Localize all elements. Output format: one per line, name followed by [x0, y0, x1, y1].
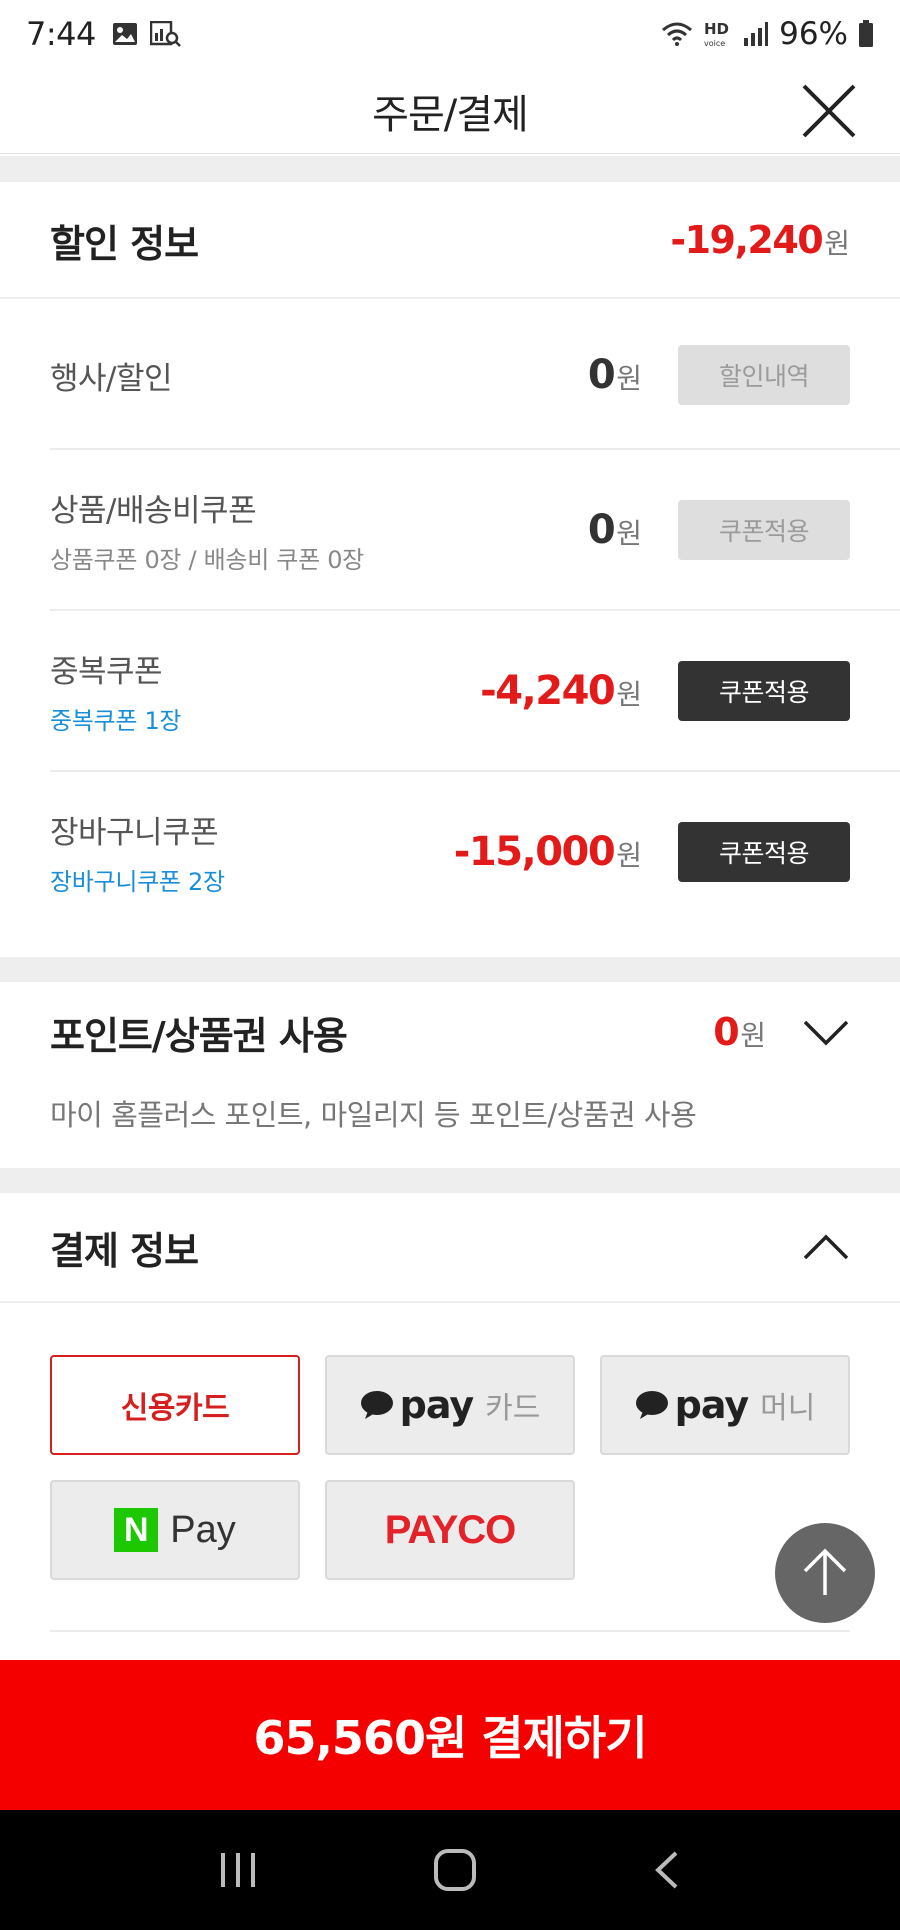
row-sub[interactable]: 장바구니쿠폰 2장 [50, 862, 225, 897]
pay-button[interactable]: 65,560원 결제하기 [0, 1660, 900, 1810]
row-amount-unit: 원 [616, 362, 642, 395]
section-gap [0, 957, 900, 982]
row-amount-unit: 원 [616, 517, 642, 550]
discount-header: 할인 정보 -19,240 원 [0, 182, 900, 298]
speech-bubble-icon [635, 1391, 668, 1419]
divider [0, 1301, 900, 1303]
row-amount-unit: 원 [616, 678, 642, 711]
scroll-to-top-button[interactable] [775, 1523, 875, 1623]
row-amount-value: -15,000 [453, 829, 616, 875]
section-gap [0, 1168, 900, 1193]
chevron-up-icon[interactable] [802, 1232, 850, 1262]
status-bar: 7:44 HD voice 96% [0, 0, 900, 68]
payment-title: 결제 정보 [50, 1228, 199, 1273]
kakaopay-label: pay [674, 1383, 749, 1427]
row-label: 상품/배송비쿠폰 [50, 493, 257, 529]
kakaopay-money-sub: 머니 [760, 1391, 816, 1426]
status-time: 7:44 [26, 15, 96, 53]
npay-button[interactable]: N Pay [50, 1480, 300, 1580]
kakaopay-label: pay [399, 1383, 474, 1427]
home-icon[interactable] [433, 1848, 477, 1892]
system-nav-bar [0, 1810, 900, 1930]
row-label: 행사/할인 [50, 360, 173, 397]
battery-icon [859, 20, 873, 47]
product-coupon-apply-button[interactable]: 쿠폰적용 [678, 500, 850, 560]
app-header: 주문/결제 [0, 68, 900, 154]
row-sub: 상품쿠폰 0장 / 배송비 쿠폰 0장 [50, 546, 364, 574]
cart-coupon-apply-button[interactable]: 쿠폰적용 [678, 822, 850, 882]
discount-history-button[interactable]: 할인내역 [678, 345, 850, 405]
chevron-down-icon[interactable] [802, 1017, 850, 1047]
wifi-icon [662, 22, 693, 46]
credit-card-label: 신용카드 [120, 1391, 230, 1426]
divider [50, 1630, 850, 1632]
row-sub[interactable]: 중복쿠폰 1장 [50, 701, 182, 736]
row-amount-value: 0 [587, 507, 616, 553]
discount-row-cart-coupon: 장바구니쿠폰 장바구니쿠폰 2장 -15,000 원 쿠폰적용 [50, 772, 850, 932]
points-amount-value: 0 [713, 1010, 739, 1054]
row-amount-unit: 원 [616, 839, 642, 872]
chart-search-icon [149, 21, 181, 47]
svg-text:voice: voice [704, 39, 725, 48]
payco-button[interactable]: PAYCO [325, 1480, 575, 1580]
discount-row-product-shipping-coupon: 상품/배송비쿠폰 상품쿠폰 0장 / 배송비 쿠폰 0장 0 원 쿠폰적용 [50, 450, 850, 610]
close-icon[interactable] [798, 80, 860, 142]
hd-voice-icon: HD voice [704, 20, 729, 48]
points-amount-unit: 원 [740, 1019, 766, 1052]
duplicate-coupon-apply-button[interactable]: 쿠폰적용 [678, 661, 850, 721]
npay-logo: N [114, 1508, 159, 1552]
payment-header[interactable]: 결제 정보 [0, 1193, 900, 1301]
points-amount: 0 원 [713, 1010, 766, 1054]
credit-card-button[interactable]: 신용카드 [50, 1355, 300, 1455]
kakaopay-money-button[interactable]: pay 머니 [600, 1355, 850, 1455]
kakaopay-card-button[interactable]: pay 카드 [325, 1355, 575, 1455]
image-icon [112, 23, 137, 45]
speech-bubble-icon [360, 1391, 393, 1419]
row-amount: -4,240 원 [480, 668, 642, 714]
npay-label: Pay [170, 1508, 236, 1551]
discount-total-value: -19,240 [670, 218, 823, 262]
discount-row-event: 행사/할인 0 원 할인내역 [50, 300, 850, 450]
discount-title: 할인 정보 [50, 221, 199, 266]
row-label: 장바구니쿠폰 [50, 815, 219, 851]
row-label: 중복쿠폰 [50, 654, 163, 690]
points-title: 포인트/상품권 사용 [50, 1013, 348, 1058]
discount-total: -19,240 원 [670, 218, 850, 262]
discount-row-duplicate-coupon: 중복쿠폰 중복쿠폰 1장 -4,240 원 쿠폰적용 [50, 611, 850, 771]
back-icon[interactable] [652, 1850, 682, 1890]
arrow-up-icon [803, 1548, 847, 1595]
divider [0, 297, 900, 299]
section-gap [0, 156, 900, 182]
kakaopay-card-sub: 카드 [485, 1391, 541, 1426]
page-title: 주문/결제 [372, 91, 529, 138]
recent-apps-icon[interactable] [218, 1850, 258, 1890]
row-amount: 0 원 [588, 507, 642, 553]
payco-logo: PAYCO [384, 1507, 517, 1552]
pay-button-label: 65,560원 결제하기 [253, 1711, 647, 1765]
row-amount: -15,000 원 [454, 829, 642, 875]
row-amount-value: -4,240 [480, 668, 616, 714]
svg-text:HD: HD [704, 20, 729, 38]
points-header[interactable]: 포인트/상품권 사용 0 원 [0, 982, 900, 1082]
battery-percent: 96% [779, 16, 848, 52]
points-description: 마이 홈플러스 포인트, 마일리지 등 포인트/상품권 사용 [50, 1098, 697, 1132]
signal-icon [744, 22, 769, 46]
discount-total-unit: 원 [824, 227, 850, 260]
row-amount: 0 원 [588, 352, 642, 398]
row-amount-value: 0 [587, 352, 616, 398]
